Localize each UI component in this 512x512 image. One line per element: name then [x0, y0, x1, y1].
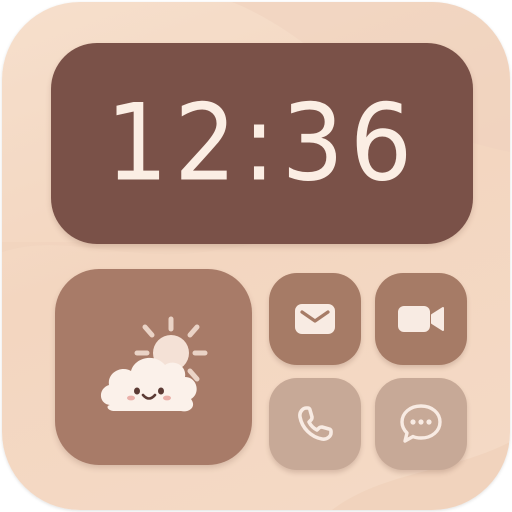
chat-bubble-icon [400, 404, 442, 443]
app-icon-frame: 12:36 [2, 2, 510, 510]
mail-button[interactable] [269, 273, 361, 365]
message-button[interactable] [375, 378, 467, 470]
phone-button[interactable] [269, 378, 361, 470]
weather-widget[interactable] [55, 269, 252, 465]
envelope-icon [295, 304, 335, 334]
sun-cloud-icon [100, 316, 208, 412]
clock-time: 12:36 [105, 81, 419, 206]
phone-icon [298, 406, 333, 441]
video-camera-icon [398, 306, 444, 332]
clock-widget[interactable]: 12:36 [51, 43, 473, 244]
video-call-button[interactable] [375, 273, 467, 365]
